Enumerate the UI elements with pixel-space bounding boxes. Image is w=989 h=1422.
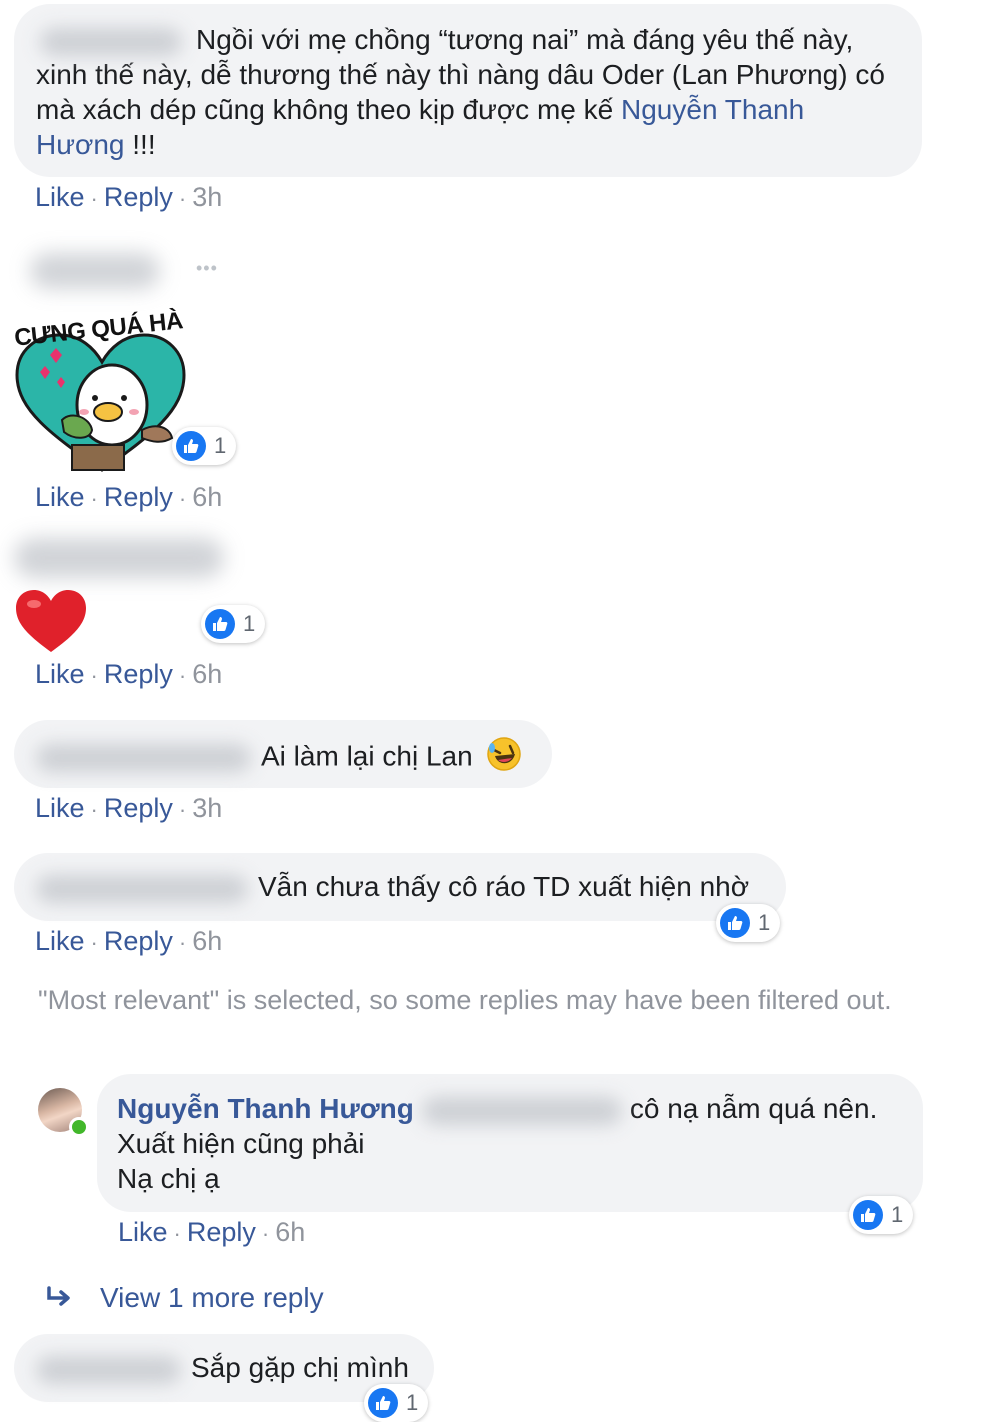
comment-text-5: Vẫn chưa thấy cô ráo TD xuất hiện nhờ <box>258 871 750 902</box>
blurred-mention <box>421 1096 622 1125</box>
thumbs-up-icon <box>205 609 235 639</box>
blurred-author-name <box>36 874 248 903</box>
reply-link[interactable]: Reply <box>187 1217 256 1247</box>
sticker: CƯNG QUÁ HÀ <box>12 307 192 480</box>
view-more-label[interactable]: View 1 more reply <box>100 1282 324 1314</box>
thumbs-up-icon <box>368 1388 398 1418</box>
online-status-dot <box>69 1117 89 1137</box>
comment-bubble-1: Ngồi với mẹ chồng “tương nai” mà đáng yê… <box>14 4 922 177</box>
reply-actions: Like · Reply · 6h <box>118 1217 306 1247</box>
reply-text-line3: Nạ chị ạ <box>117 1163 220 1194</box>
reaction-badge[interactable]: 1 <box>172 427 237 465</box>
reply-link[interactable]: Reply <box>104 793 173 823</box>
timestamp[interactable]: 6h <box>275 1217 305 1247</box>
blurred-author-name <box>36 1355 181 1384</box>
comment-actions-4: Like · Reply · 3h <box>35 793 223 823</box>
reaction-badge[interactable]: 1 <box>849 1196 914 1234</box>
timestamp[interactable]: 6h <box>192 659 222 689</box>
comment-actions-3: Like · Reply · 6h <box>35 659 223 689</box>
reply-link[interactable]: Reply <box>104 926 173 956</box>
reply-bubble: Nguyễn Thanh Hương cô nạ nẫm quá nên. Xuấ… <box>97 1074 923 1212</box>
like-link[interactable]: Like <box>35 659 85 689</box>
thumbs-up-icon <box>853 1200 883 1230</box>
reply-text-line1: cô nạ nẫm quá nên. <box>629 1093 878 1124</box>
reaction-badge[interactable]: 1 <box>716 904 781 942</box>
reply-text-line2: Xuất hiện cũng phải <box>117 1128 365 1159</box>
like-link[interactable]: Like <box>118 1217 168 1247</box>
timestamp[interactable]: 6h <box>192 926 222 956</box>
reaction-count: 1 <box>214 433 227 458</box>
rolling-laughing-emoji-icon <box>486 736 522 780</box>
like-link[interactable]: Like <box>35 182 85 212</box>
comment-actions-2: Like · Reply · 6h <box>35 482 223 512</box>
comment-text-1b: !!! <box>124 129 156 160</box>
thumbs-up-icon <box>176 431 206 461</box>
reply-author-link[interactable]: Nguyễn Thanh Hương <box>117 1093 414 1124</box>
options-icon[interactable]: ••• <box>196 258 218 279</box>
blurred-author-name <box>30 253 160 289</box>
like-link[interactable]: Like <box>35 926 85 956</box>
reaction-count: 1 <box>406 1390 419 1415</box>
reaction-count: 1 <box>758 910 771 935</box>
heart-emoji-icon <box>14 588 88 659</box>
like-link[interactable]: Like <box>35 793 85 823</box>
blurred-author-name <box>14 538 224 578</box>
like-link[interactable]: Like <box>35 482 85 512</box>
comment-text-4: Ai làm lại chị Lan <box>261 740 473 772</box>
comment-bubble-5: Vẫn chưa thấy cô ráo TD xuất hiện nhờ <box>14 853 786 921</box>
blurred-author-name <box>36 744 251 772</box>
reply-arrow-icon <box>46 1286 74 1310</box>
thumbs-up-icon <box>720 908 750 938</box>
comment-actions-1: Like · Reply · 3h <box>35 182 223 212</box>
blurred-author-name <box>40 27 182 56</box>
reply-link[interactable]: Reply <box>104 182 173 212</box>
timestamp[interactable]: 3h <box>192 182 222 212</box>
comment-bubble-4: Ai làm lại chị Lan <box>14 720 552 788</box>
timestamp[interactable]: 6h <box>192 482 222 512</box>
reply-link[interactable]: Reply <box>104 659 173 689</box>
view-more-replies[interactable]: View 1 more reply <box>46 1282 324 1314</box>
reply-link[interactable]: Reply <box>104 482 173 512</box>
reaction-count: 1 <box>891 1202 904 1227</box>
comment-text-last: Sắp gặp chị mình <box>191 1352 409 1383</box>
reaction-count: 1 <box>243 611 256 636</box>
reaction-badge[interactable]: 1 <box>201 605 266 643</box>
reaction-badge[interactable]: 1 <box>364 1384 429 1422</box>
filter-notice: "Most relevant" is selected, so some rep… <box>38 985 892 1015</box>
timestamp[interactable]: 3h <box>192 793 222 823</box>
comment-actions-5: Like · Reply · 6h <box>35 926 223 956</box>
